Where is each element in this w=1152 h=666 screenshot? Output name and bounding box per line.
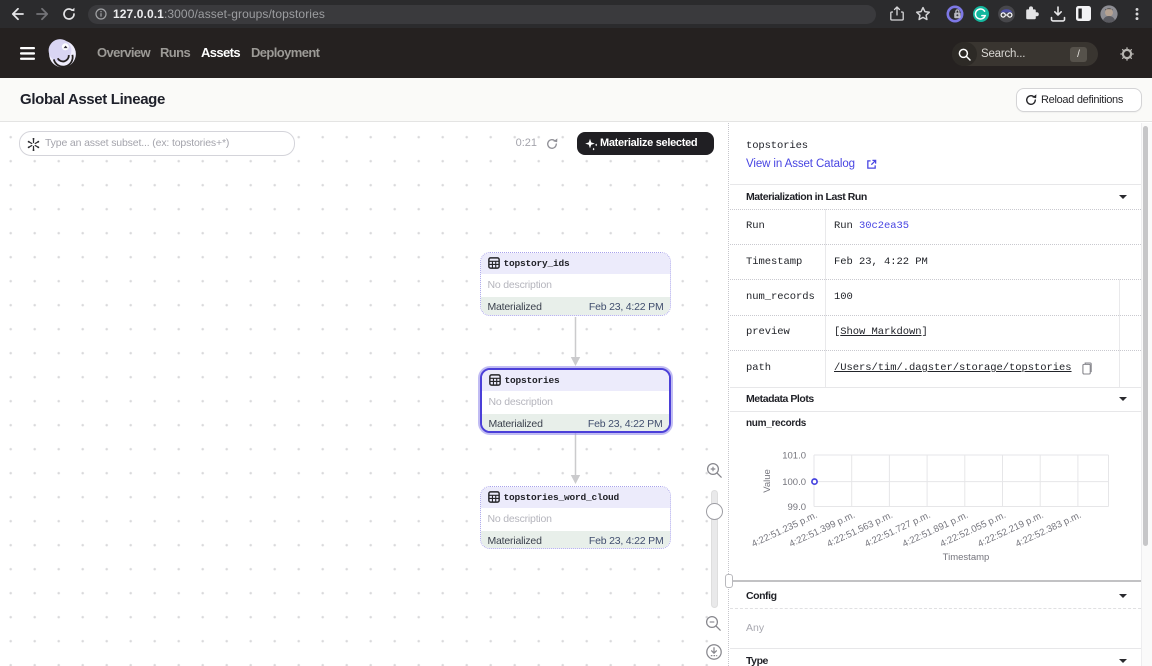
svg-text:Timestamp: Timestamp (943, 552, 990, 563)
svg-text:100.0: 100.0 (782, 477, 806, 488)
svg-text:101.0: 101.0 (782, 451, 806, 462)
svg-text:99.0: 99.0 (788, 502, 807, 513)
svg-text:Value: Value (762, 469, 773, 493)
svg-text:4:22:52.383 p.m.: 4:22:52.383 p.m. (1014, 510, 1083, 550)
